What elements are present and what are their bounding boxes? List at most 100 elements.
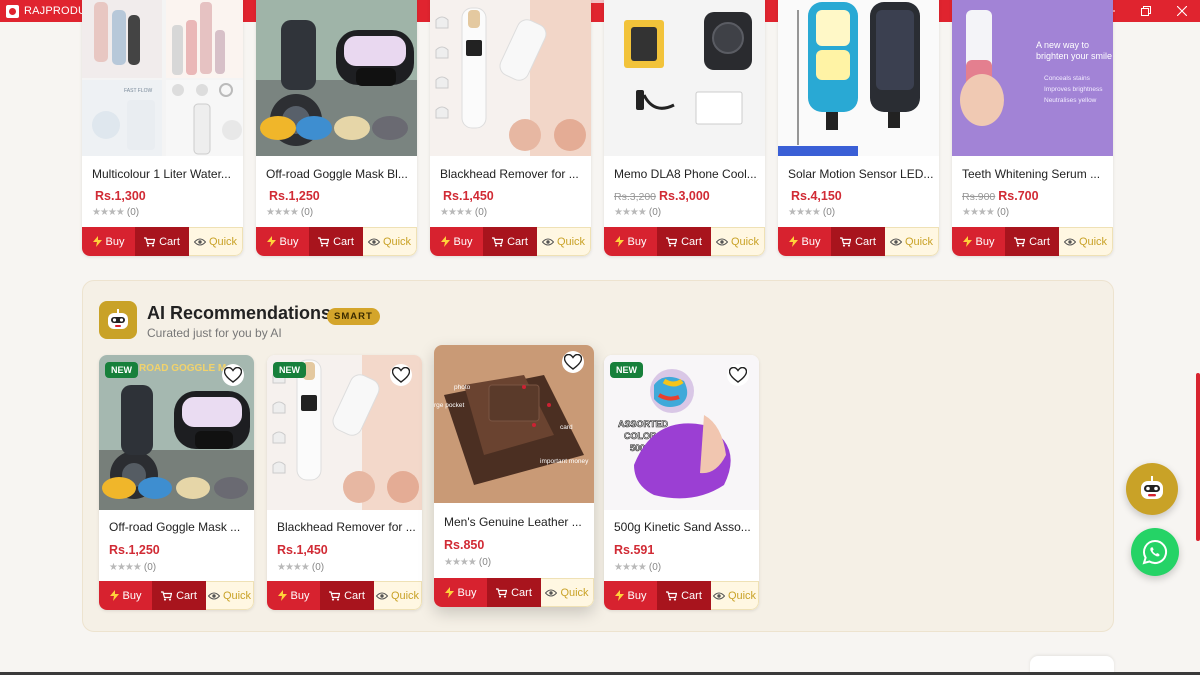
product-title[interactable]: Men's Genuine Leather ... [444,515,584,529]
quick-view-button[interactable]: Quick [537,227,591,256]
cart-button[interactable]: Cart [483,227,537,256]
product-price: Rs.900 Rs.700 [962,189,1039,203]
product-price: Rs.1,450 [443,189,494,203]
product-price: Rs.591 [614,543,655,557]
cart-button[interactable]: Cart [487,578,541,607]
product-title[interactable]: Off-road Goggle Mask ... [109,520,249,534]
cart-icon [492,236,504,247]
product-rating: ★★★★ (0) [277,562,325,573]
cart-button[interactable]: Cart [657,581,711,610]
cart-button[interactable]: Cart [1005,227,1059,256]
wallet-label-card: card [560,424,573,431]
product-title[interactable]: 500g Kinetic Sand Asso... [614,520,754,534]
product-card[interactable]: Solar Motion Sensor LED... Rs.4,150 ★★★★… [778,0,939,256]
product-image[interactable] [778,0,939,156]
wishlist-button[interactable] [222,364,244,386]
buy-button[interactable]: Buy [952,227,1005,256]
product-image[interactable] [430,0,591,156]
star-rating-icon: ★★★★ [277,562,310,573]
eye-icon [375,592,388,599]
heart-icon [729,367,747,383]
star-rating-icon: ★★★★ [614,562,647,573]
buy-button[interactable]: Buy [604,581,657,610]
recommendation-card[interactable]: ASSORTED COLORS 500G NEW 500g Kinetic Sa… [604,355,759,610]
wallet-label-money: important money [540,458,589,465]
new-badge: NEW [610,362,643,378]
lightning-icon [266,236,276,247]
cart-button[interactable]: Cart [320,581,374,610]
product-title[interactable]: Off-road Goggle Mask Bl... [266,167,412,181]
product-image[interactable]: FAST FLOW [82,0,243,156]
product-card[interactable]: FAST FLOW Multicolour 1 Liter Water... R… [82,0,243,256]
restore-button[interactable] [1128,0,1164,22]
ai-assistant-button[interactable] [1126,463,1178,515]
quick-view-button[interactable]: Quick [374,581,422,610]
wishlist-button[interactable] [727,364,749,386]
product-card[interactable]: A new way to brighten your smile Conceal… [952,0,1113,256]
buy-button[interactable]: Buy [99,581,152,610]
quick-view-button[interactable]: Quick [189,227,243,256]
buy-button[interactable]: Buy [267,581,320,610]
lightning-icon [788,236,798,247]
quick-view-button[interactable]: Quick [363,227,417,256]
close-button[interactable] [1164,0,1200,22]
product-title[interactable]: Blackhead Remover for ... [277,520,417,534]
cart-button[interactable]: Cart [309,227,363,256]
quick-view-button[interactable]: Quick [711,581,759,610]
wishlist-button[interactable] [562,351,584,373]
star-rating-icon: ★★★★ [92,207,125,218]
product-price: Rs.1,250 [109,543,160,557]
star-rating-icon: ★★★★ [444,557,477,568]
cart-button[interactable]: Cart [135,227,189,256]
star-rating-icon: ★★★★ [266,207,299,218]
product-title[interactable]: Blackhead Remover for ... [440,167,586,181]
cart-button[interactable]: Cart [152,581,206,610]
buy-button[interactable]: Buy [82,227,135,256]
lightning-icon [614,590,624,601]
quick-view-button[interactable]: Quick [541,578,594,607]
product-card[interactable]: Blackhead Remover for ... Rs.1,450 ★★★★(… [430,0,591,256]
star-rating-icon: ★★★★ [440,207,473,218]
cart-button[interactable]: Cart [831,227,885,256]
scrollbar-thumb[interactable] [1196,373,1200,541]
whatsapp-button[interactable] [1131,528,1179,576]
lightning-icon [109,590,119,601]
wishlist-button[interactable] [390,364,412,386]
buy-button[interactable]: Buy [778,227,831,256]
star-rating-icon: ★★★★ [614,207,647,218]
product-title[interactable]: Multicolour 1 Liter Water... [92,167,238,181]
buy-button[interactable]: Buy [434,578,487,607]
quick-view-button[interactable]: Quick [206,581,254,610]
cart-button[interactable]: Cart [657,227,711,256]
eye-icon [541,238,554,245]
serum-benefit-3: Neutralises yellow [1044,97,1097,104]
cart-icon [144,236,156,247]
heart-icon [224,367,242,383]
recommendation-card[interactable]: ROAD GOGGLE M NEW Off-road Goggle Mask .… [99,355,254,610]
product-title[interactable]: Teeth Whitening Serum ... [962,167,1108,181]
lightning-icon [444,587,454,598]
quick-view-button[interactable]: Quick [1059,227,1113,256]
card-actions: Buy Cart Quick [99,581,254,610]
new-badge: NEW [105,362,138,378]
quick-view-button[interactable]: Quick [885,227,939,256]
buy-button[interactable]: Buy [256,227,309,256]
old-price: Rs.3,200 [614,191,657,203]
buy-button[interactable]: Buy [604,227,657,256]
product-price: Rs.4,150 [791,189,842,203]
buy-button[interactable]: Buy [430,227,483,256]
product-card[interactable]: Off-road Goggle Mask Bl... Rs.1,250 ★★★★… [256,0,417,256]
product-card[interactable]: Memo DLA8 Phone Cool... Rs.3,200 Rs.3,000… [604,0,765,256]
product-image[interactable]: A new way to brighten your smile Conceal… [952,0,1113,156]
recommendation-card[interactable]: photo rge pocket card important money Me… [434,345,594,607]
new-badge: NEW [273,362,306,378]
product-title[interactable]: Memo DLA8 Phone Cool... [614,167,760,181]
quick-view-button[interactable]: Quick [711,227,765,256]
recommendation-card[interactable]: NEW Blackhead Remover for ... Rs.1,450 ★… [267,355,422,610]
product-image[interactable] [256,0,417,156]
cart-icon [666,590,678,601]
cart-icon [161,590,173,601]
product-title[interactable]: Solar Motion Sensor LED... [788,167,934,181]
section-title: AI Recommendations [147,303,332,323]
product-image[interactable] [604,0,765,156]
